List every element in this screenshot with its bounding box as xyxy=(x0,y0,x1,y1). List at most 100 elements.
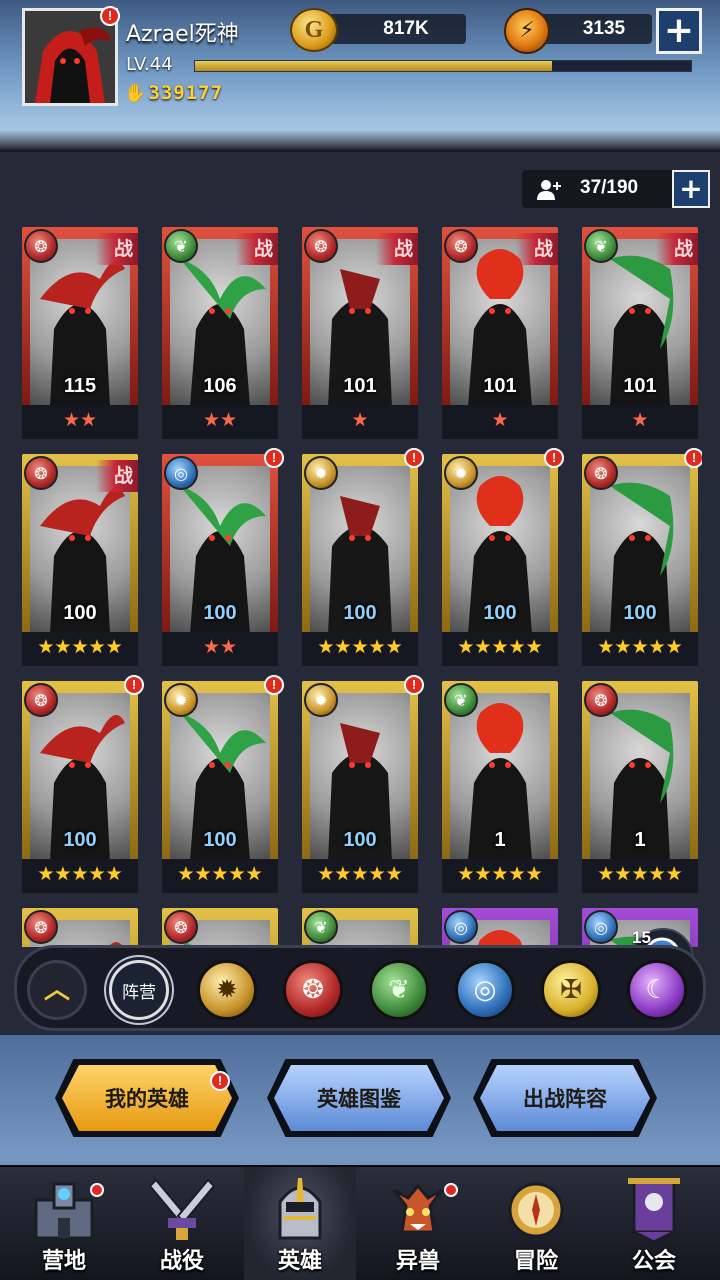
star-icon: ★ xyxy=(614,636,632,658)
xp-progress-fill xyxy=(195,61,553,71)
hero-card[interactable]: ❂ 1 ★★★★★ xyxy=(582,681,698,893)
tab-battle-lineup[interactable]: 出战阵容 xyxy=(480,1065,650,1131)
nav-campaign[interactable]: 战役 xyxy=(126,1167,238,1280)
hero-level: 100 xyxy=(343,829,377,851)
filter-holy-faction[interactable]: ✠ xyxy=(541,960,601,1020)
player-name: Azrael死神 xyxy=(126,22,239,47)
hero-card[interactable]: ✹ 100 ★★★★★! xyxy=(302,675,424,893)
hero-star-rating: ★★★★★ xyxy=(302,863,418,885)
hero-level: 100 xyxy=(63,602,97,624)
chevron-up-icon: ︿ xyxy=(43,975,70,1005)
hero-card[interactable]: ❂ 战 115 ★★ xyxy=(22,227,138,439)
star-icon: ★ xyxy=(368,863,386,885)
hero-upgrade-alert-badge: ! xyxy=(684,448,702,468)
filter-fire-faction[interactable]: ❂ xyxy=(283,960,343,1020)
hero-grid: ❂ 战 115 ★★ ❦ 战 106 ★★ ❂ 战 101 ★ ❂ 战 101 ★ ❦ 战 101 ★ ❂ 战 100 ★★★… xyxy=(22,227,702,947)
star-icon: ★ xyxy=(368,636,386,658)
hero-card[interactable]: ❂ 战 101 ★ xyxy=(442,227,558,439)
nav-adventure[interactable]: 冒险 xyxy=(480,1167,592,1280)
hero-card[interactable]: ❦ 战 106 ★★ xyxy=(162,227,278,439)
hero-card[interactable]: ❂ 100 ★★★★★! xyxy=(22,675,144,893)
hero-card[interactable]: ❦ 战 101 ★ xyxy=(582,227,698,439)
star-icon: ★ xyxy=(351,636,369,658)
hero-card[interactable]: ❂ xyxy=(162,908,278,947)
hero-card[interactable]: ❦ xyxy=(302,908,418,947)
hero-star-rating: ★★★★★ xyxy=(22,863,138,885)
hero-level: 101 xyxy=(483,375,517,397)
in-battle-tag: 战 xyxy=(96,460,138,492)
expand-capacity-button[interactable]: + xyxy=(672,170,710,208)
hero-level: 115 xyxy=(63,375,97,397)
star-icon: ★ xyxy=(648,636,666,658)
player-header: ! Azrael死神 LV.44 ✋ 339177 817K G 3135 ⚡ … xyxy=(0,0,720,150)
in-battle-tag: 战 xyxy=(656,233,698,265)
hero-card[interactable]: ❂ 战 100 ★★★★★ xyxy=(22,454,138,666)
star-icon: ★ xyxy=(508,636,526,658)
hero-star-rating: ★★★★★ xyxy=(22,636,138,658)
star-icon: ★ xyxy=(474,636,492,658)
hero-level: 100 xyxy=(203,829,237,851)
green-faction-icon: ❦ xyxy=(164,229,198,263)
hero-level: 1 xyxy=(634,829,646,851)
tab-my-heroes[interactable]: 我的英雄 xyxy=(62,1065,232,1131)
star-icon: ★ xyxy=(202,636,220,658)
camp-filter-all[interactable]: 阵营 xyxy=(109,960,169,1020)
hero-card[interactable]: ✹ 100 ★★★★★! xyxy=(302,448,424,666)
nav-camp[interactable]: 营地 xyxy=(8,1167,120,1280)
star-icon: ★ xyxy=(88,863,106,885)
hero-card-frame: ❂ xyxy=(162,908,278,947)
star-icon: ★ xyxy=(71,863,89,885)
hero-upgrade-alert-badge: ! xyxy=(404,675,424,695)
star-icon: ★ xyxy=(631,863,649,885)
star-icon: ★ xyxy=(245,863,263,885)
star-icon: ★ xyxy=(457,863,475,885)
hero-star-rating: ★★ xyxy=(162,409,278,431)
hero-card[interactable]: ❂ 战 101 ★ xyxy=(302,227,418,439)
hero-card[interactable]: ❦ 1 ★★★★★ xyxy=(442,681,558,893)
gold-counter: 817K xyxy=(318,14,466,44)
star-icon: ★ xyxy=(457,636,475,658)
nav-heroes-label: 英雄 xyxy=(277,1249,322,1274)
hero-card[interactable]: ❂ xyxy=(22,908,138,947)
hero-star-rating: ★★★★★ xyxy=(162,863,278,885)
crossed-swords-icon xyxy=(146,1171,218,1245)
avatar-alert-badge: ! xyxy=(100,6,120,26)
hero-card[interactable]: ✹ 100 ★★★★★! xyxy=(442,448,564,666)
star-icon: ★ xyxy=(385,636,403,658)
green-faction-icon: ❦ xyxy=(444,683,478,717)
star-icon: ★ xyxy=(37,863,55,885)
collapse-filter-button[interactable]: ︿ xyxy=(27,960,87,1020)
hero-upgrade-alert-badge: ! xyxy=(264,675,284,695)
sun-faction-icon: ✹ xyxy=(216,975,238,1005)
green-faction-icon: ❦ xyxy=(304,910,338,944)
sun-faction-icon: ✹ xyxy=(304,683,338,717)
hero-star-rating: ★★★★★ xyxy=(582,863,698,885)
star-icon: ★ xyxy=(491,409,509,431)
hero-card[interactable]: ◎ xyxy=(442,908,558,947)
power-value: 339177 xyxy=(148,82,224,104)
hero-card[interactable]: ❂ 100 ★★★★★! xyxy=(582,448,702,666)
camp-icon xyxy=(28,1171,100,1245)
hero-upgrade-alert-badge: ! xyxy=(124,675,144,695)
user-add-icon xyxy=(537,180,561,200)
nav-beasts[interactable]: 异兽 xyxy=(362,1167,474,1280)
filter-shadow-faction[interactable]: ☾ xyxy=(627,960,687,1020)
red-faction-icon: ❂ xyxy=(444,229,478,263)
hero-card[interactable]: ◎ 100 ★★! xyxy=(162,448,284,666)
star-icon: ★ xyxy=(54,863,72,885)
add-energy-button[interactable]: + xyxy=(656,8,702,54)
filter-water-faction[interactable]: ◎ xyxy=(455,960,515,1020)
nav-guild[interactable]: 公会 xyxy=(598,1167,710,1280)
red-faction-icon: ❂ xyxy=(304,229,338,263)
camp-filter-label: 阵营 xyxy=(122,982,156,1003)
red-faction-icon: ❂ xyxy=(164,910,198,944)
filter-sun-faction[interactable]: ✹ xyxy=(197,960,257,1020)
star-icon: ★ xyxy=(177,863,195,885)
star-icon: ★ xyxy=(614,863,632,885)
hero-card[interactable]: ✹ 100 ★★★★★! xyxy=(162,675,284,893)
tab-hero-codex[interactable]: 英雄图鉴 xyxy=(274,1065,444,1131)
star-icon: ★ xyxy=(491,636,509,658)
filter-nature-faction[interactable]: ❦ xyxy=(369,960,429,1020)
wave-faction-icon: ◎ xyxy=(473,975,497,1005)
nav-heroes[interactable]: 英雄 xyxy=(244,1167,356,1280)
